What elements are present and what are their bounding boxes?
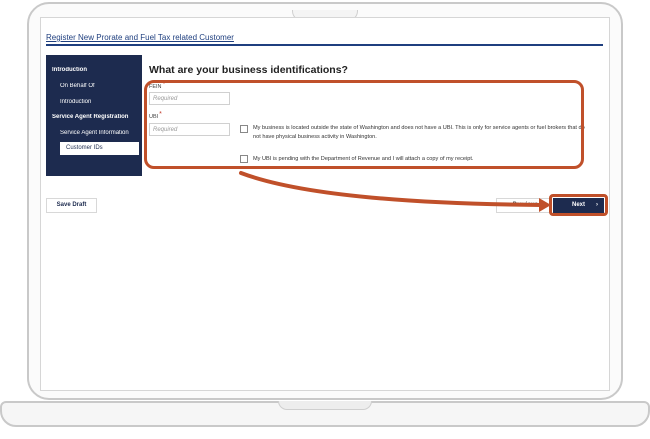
next-button[interactable]: Next › bbox=[553, 198, 604, 213]
next-label: Next bbox=[571, 202, 585, 208]
app-screen: Register New Prorate and Fuel Tax relate… bbox=[40, 17, 610, 391]
chevron-right-icon: › bbox=[596, 202, 598, 208]
trackpad-notch bbox=[278, 401, 372, 410]
annotation-arrow-icon bbox=[239, 171, 551, 212]
